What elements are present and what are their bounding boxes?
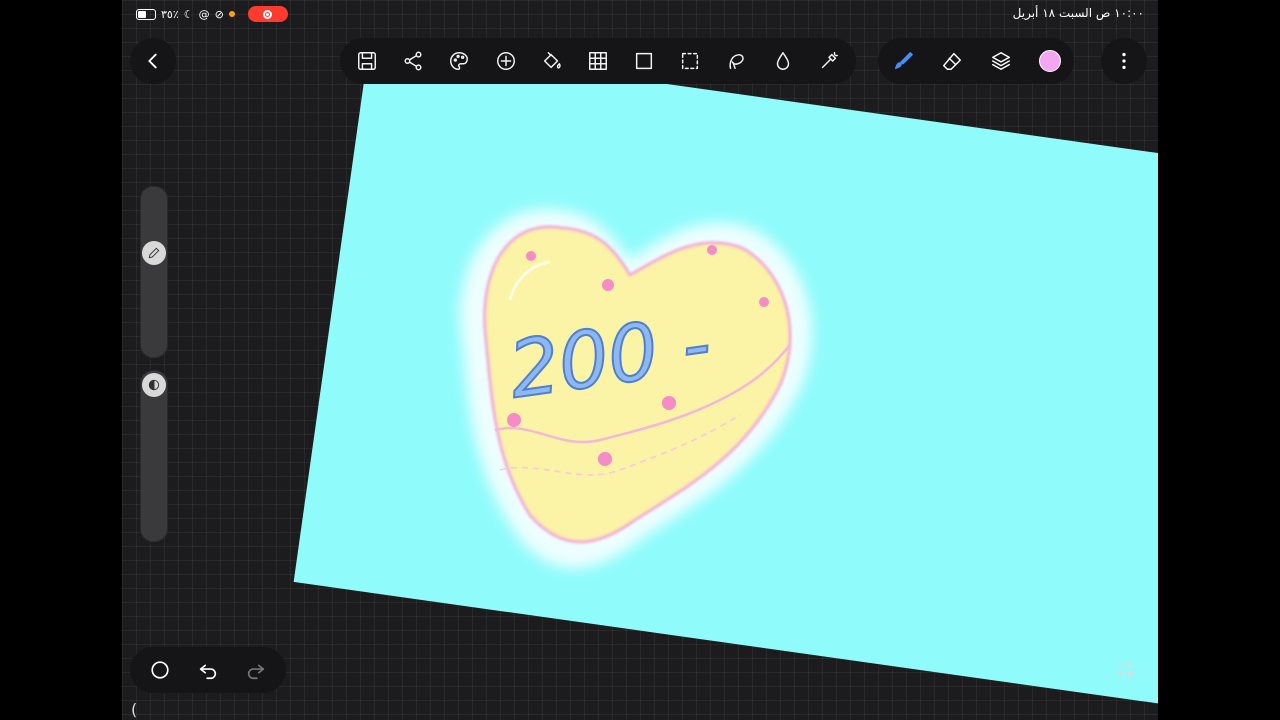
- layers-button[interactable]: [984, 44, 1018, 78]
- add-button[interactable]: [489, 44, 523, 78]
- liquify-icon: [776, 52, 789, 70]
- mic-indicator-icon: [228, 11, 235, 17]
- share-button[interactable]: [396, 44, 430, 78]
- drawing-canvas[interactable]: [293, 42, 1158, 713]
- share-icon: [404, 51, 422, 71]
- grid-icon: [588, 52, 607, 70]
- status-bar: ٣٥٪ ☾ @ ⊘ ١٠:٠٠ ص السبت ١٨ أبريل: [0, 0, 1280, 28]
- add-icon: [496, 52, 515, 70]
- right-toolbar: [878, 38, 1074, 84]
- undo-icon: [199, 664, 217, 680]
- undo-button[interactable]: [191, 653, 225, 687]
- link-icon: ⊘: [214, 7, 224, 21]
- grid-button[interactable]: [581, 44, 615, 78]
- transform-icon: [636, 52, 653, 70]
- color-button[interactable]: [1033, 44, 1067, 78]
- brush-icon: [894, 52, 913, 70]
- modifier-button[interactable]: [143, 653, 177, 687]
- record-icon: [263, 9, 273, 19]
- lasso-button[interactable]: [719, 44, 753, 78]
- status-datetime: ١٠:٠٠ ص السبت ١٨ أبريل: [1012, 6, 1144, 20]
- fill-button[interactable]: [535, 44, 569, 78]
- sidebar-sliders: [140, 186, 168, 542]
- liquify-button[interactable]: [766, 44, 800, 78]
- eraser-icon: [942, 52, 961, 70]
- back-button[interactable]: [130, 38, 176, 84]
- status-left: ٣٥٪ ☾ @ ⊘: [136, 6, 288, 22]
- main-toolbar: [340, 38, 856, 84]
- brush-button[interactable]: [886, 44, 920, 78]
- drawing-app: [122, 0, 1158, 720]
- magic-icon: [821, 52, 838, 69]
- chevron-left-icon: [148, 53, 157, 69]
- opacity-slider[interactable]: [140, 370, 168, 542]
- fill-bucket-icon: [543, 52, 561, 69]
- lasso-icon: [729, 54, 745, 70]
- screen-recording-indicator[interactable]: [247, 6, 288, 22]
- magic-button[interactable]: [812, 44, 846, 78]
- opacity-knob[interactable]: [142, 373, 166, 397]
- color-swatch: [1038, 50, 1061, 72]
- pencil-icon: [148, 247, 160, 259]
- more-vertical-icon: [1122, 52, 1126, 70]
- eraser-button[interactable]: [935, 44, 969, 78]
- battery-percent: ٣٥٪: [161, 7, 179, 21]
- bottom-toolbar: [130, 647, 286, 693]
- selection-button[interactable]: [673, 44, 707, 78]
- redo-icon: [247, 664, 265, 680]
- save-icon: [358, 52, 377, 70]
- layers-icon: [991, 52, 1010, 70]
- circle-icon: [151, 661, 169, 679]
- brush-size-slider[interactable]: [140, 186, 168, 358]
- corner-indicator-icon: (: [131, 700, 138, 719]
- brush-size-knob[interactable]: [142, 241, 166, 265]
- opacity-icon: [148, 379, 160, 391]
- selection-icon: [682, 52, 699, 70]
- more-button[interactable]: [1101, 38, 1147, 84]
- battery-icon: [136, 8, 156, 20]
- exit-fullscreen-button[interactable]: [1112, 656, 1140, 684]
- transform-button[interactable]: [627, 44, 661, 78]
- at-icon: @: [198, 7, 210, 21]
- save-button[interactable]: [350, 44, 384, 78]
- moon-icon: ☾: [183, 7, 194, 21]
- redo-button[interactable]: [239, 653, 273, 687]
- palette-icon: [450, 52, 469, 70]
- collapse-icon: [1117, 661, 1135, 679]
- palette-button[interactable]: [442, 44, 476, 78]
